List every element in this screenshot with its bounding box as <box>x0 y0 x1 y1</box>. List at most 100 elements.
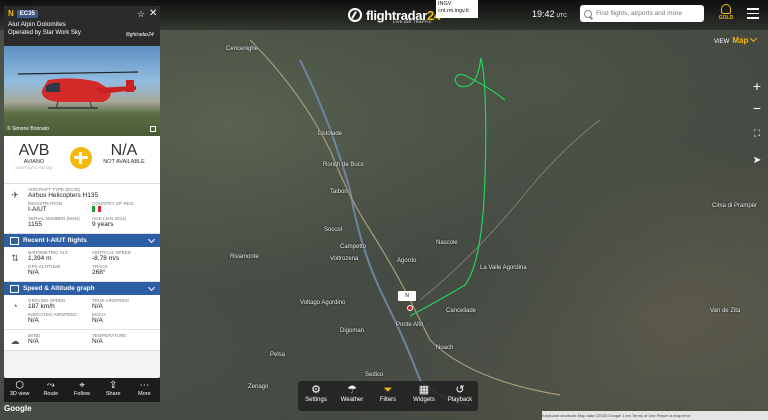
italy-flag-icon <box>92 206 101 212</box>
place-label: Ronch de Bucs <box>323 162 364 168</box>
operator: Operated by Star Work Sky <box>8 30 81 36</box>
tool-label: Follow <box>74 391 90 397</box>
ingv-badge[interactable]: INGV cnt.rm.ingv.it <box>436 0 478 18</box>
place-label: Voltrozena <box>330 256 359 262</box>
tool-label: Share <box>105 391 121 397</box>
gspeed-value: 187 km/h <box>28 303 55 310</box>
vspeed-value: -8.78 m/s <box>92 255 120 262</box>
zoom-in-button[interactable]: + <box>748 78 766 94</box>
clock-time: 19:42 <box>532 9 555 19</box>
user-icon <box>721 4 731 14</box>
external-link-icon[interactable] <box>150 126 156 132</box>
tool-label: Filters <box>379 397 397 403</box>
speed-graph-button[interactable]: Speed & Altitude graph <box>4 282 160 295</box>
speed-section: ◔ GROUND SPEED 187 km/h TRUE AIRSPEED N/A … <box>4 295 160 330</box>
fr24-mark: flightradar24 <box>126 32 154 38</box>
origin-timezone: CEST (UTC +02:00) <box>15 165 53 170</box>
place-label: Campetto <box>340 244 367 250</box>
more-button[interactable]: ⋯ More <box>129 378 160 402</box>
follow-icon: ⌖ <box>79 380 85 391</box>
origin[interactable]: AVB AVIANO CEST (UTC +02:00) <box>12 142 56 170</box>
clock-zone: UTC <box>556 13 567 19</box>
view-selector[interactable]: VIEW Map <box>714 34 758 45</box>
zoom-out-button[interactable]: − <box>748 100 766 116</box>
map-toolbar: ⚙ Settings ☂ Weather ⏷ Filters ▦ Widgets ↺ Pl… <box>298 381 478 411</box>
gear-icon: ⚙ <box>311 384 321 396</box>
clock: 19:42 UTC <box>532 9 567 19</box>
share-button[interactable]: ⇪ Share <box>98 378 129 402</box>
tool-label: 3D view <box>9 391 30 397</box>
chevron-down-icon <box>147 283 156 292</box>
recent-flights-label: Recent I-AIUT flights <box>23 237 87 244</box>
recent-flights-button[interactable]: Recent I-AIUT flights <box>4 234 160 247</box>
place-label: Agordo <box>397 258 417 264</box>
flight-info-panel: N EC35 Aiut Alpin Dolomites Operated by S… <box>4 6 160 378</box>
route-summary: AVB AVIANO CEST (UTC +02:00) N/A NOT AVA… <box>4 136 160 184</box>
speed-graph-label: Speed & Altitude graph <box>23 285 95 292</box>
locate-icon[interactable]: ➤ <box>748 155 766 166</box>
wind-value: N/A <box>28 338 39 345</box>
place-label: Soccol <box>324 227 343 233</box>
radar-icon <box>348 8 362 22</box>
filters-button[interactable]: ⏷ Filters <box>370 381 406 411</box>
google-logo: Google <box>4 404 32 413</box>
menu-icon[interactable] <box>747 8 759 22</box>
ingv-title: INGV <box>438 1 452 7</box>
place-label: Cancellade <box>446 308 477 314</box>
baro-value: 1,394 m <box>28 255 52 262</box>
map-attribution[interactable]: Keyboard shortcuts Map data ©2023 Google… <box>542 411 768 420</box>
3d-view-button[interactable]: ⬡ 3D view <box>4 378 35 402</box>
view-value: Map <box>732 36 749 45</box>
gold-button[interactable]: GOLD <box>714 4 738 26</box>
close-icon[interactable]: ✕ <box>149 8 157 19</box>
altitude-icon: ⇅ <box>11 253 19 263</box>
destination-city: NOT AVAILABLE <box>103 159 145 165</box>
panel-toolbar: ⬡ 3D view ⤳ Route ⌖ Follow ⇪ Share ⋯ More <box>4 378 160 402</box>
callsign-badge: EC35 <box>16 9 38 18</box>
widgets-button[interactable]: ▦ Widgets <box>406 381 442 411</box>
origin-code: AVB <box>18 142 50 159</box>
photo-credit: © Simone Bonnato <box>7 126 50 132</box>
search-icon <box>584 9 592 18</box>
aircraft-type-section: ✈ AIRCRAFT TYPE (EC35) Airbus Helicopter… <box>4 184 160 234</box>
playback-icon: ↺ <box>455 384 465 396</box>
place-label: Cencenighe <box>226 46 259 52</box>
share-icon: ⇪ <box>109 380 118 391</box>
tool-label: More <box>138 391 151 397</box>
search-input[interactable] <box>596 10 701 17</box>
road-line-2 <box>419 119 601 301</box>
temp-value: N/A <box>92 338 103 345</box>
place-label: Cima di Prampèr <box>712 203 758 209</box>
filter-icon: ⏷ <box>383 384 393 396</box>
gps-value: N/A <box>28 269 39 276</box>
ias-value: N/A <box>28 317 39 324</box>
flight-id: N EC35 <box>8 9 38 18</box>
weather-button[interactable]: ☂ Weather <box>334 381 370 411</box>
star-icon[interactable]: ☆ <box>137 9 145 20</box>
aircraft-label[interactable]: N <box>398 291 416 301</box>
flight-prefix: N <box>8 9 14 18</box>
place-label: Ponte Alto <box>396 322 424 328</box>
aircraft-type-value: Airbus Helicopters H135 <box>28 192 99 199</box>
playback-button[interactable]: ↺ Playback <box>442 381 478 411</box>
registration-value: I-AIUT <box>28 206 47 213</box>
aircraft-marker[interactable] <box>407 305 413 311</box>
place-label: Digoman <box>340 328 365 334</box>
place-label: Voltago Agordino <box>300 300 346 306</box>
settings-button[interactable]: ⚙ Settings <box>298 381 334 411</box>
panel-header: N EC35 Aiut Alpin Dolomites Operated by S… <box>4 6 160 46</box>
aircraft-photo[interactable]: © Simone Bonnato <box>4 46 160 136</box>
follow-button[interactable]: ⌖ Follow <box>66 378 97 402</box>
airplane-icon: ✈ <box>11 190 19 200</box>
route-icon: ⤳ <box>46 380 55 391</box>
search-box[interactable] <box>580 5 704 22</box>
ingv-url: cnt.rm.ingv.it <box>438 8 469 14</box>
plane-icon <box>70 147 92 169</box>
place-label: Rivamonte <box>230 254 259 260</box>
place-label: Pelsa <box>270 352 286 358</box>
fullscreen-icon[interactable]: ⛶ <box>748 128 766 139</box>
route-button[interactable]: ⤳ Route <box>35 378 66 402</box>
calendar-icon <box>10 236 19 245</box>
destination-code: N/A <box>110 142 138 159</box>
flightradar-window: Cencenighe Listolade Ronch de Bucs Taibo… <box>0 0 768 420</box>
